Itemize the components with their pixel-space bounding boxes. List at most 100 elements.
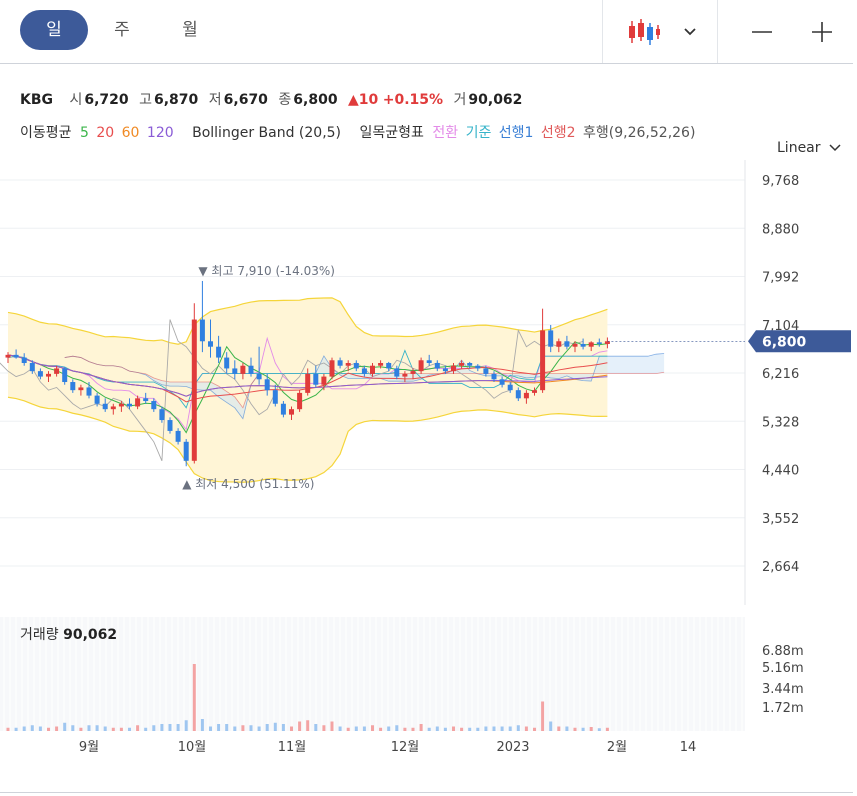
candle-body [329,360,335,377]
price-chart[interactable]: 9,7688,8807,9927,1046,2165,3284,4403,552… [0,160,857,615]
candle-body [46,373,51,377]
volume-bar [281,724,285,731]
candle-body [337,360,343,366]
y-tick-label: 6,216 [762,367,799,382]
volume-bar [79,727,83,731]
candle-body [224,357,230,369]
volume-bar [500,726,504,731]
volume-bar [136,725,140,731]
x-tick-label: 9월 [79,740,99,755]
candle-body [394,368,400,377]
volume-bar [565,726,569,731]
candle-body [386,363,392,369]
ma-label[interactable]: 이동평균 [20,125,72,141]
volume-bar [557,726,561,731]
volume-bar [581,727,585,731]
tab-daily[interactable]: 일 [20,10,88,50]
y-tick-label: 5,328 [762,415,799,430]
volume-bar [273,722,277,731]
minus-icon[interactable] [740,0,784,63]
volume-bar [225,724,229,731]
plus-icon[interactable] [800,0,844,63]
ichimoku-lagging: 후행(9,26,52,26) [583,125,696,141]
volume-bar [452,726,455,731]
candle-body [467,363,473,366]
volume-bar [38,726,42,731]
ma-60: 60 [121,125,140,141]
volume-bar [589,727,593,731]
candle-body [604,341,610,344]
top-toolbar: 일 주 월 [0,0,853,64]
scale-selector[interactable]: Linear [777,140,841,156]
volume-bar [14,727,18,731]
y-tick-label: 9,768 [762,174,799,189]
candle-body [378,363,384,366]
volume-bar [209,726,212,731]
ma-20: 20 [96,125,115,141]
bollinger-label[interactable]: Bollinger Band (20,5) [192,125,341,141]
volume-bar [87,725,91,731]
volume-bar [63,722,67,731]
candle-body [167,420,173,431]
volume-bar [200,719,204,731]
candle-body [199,319,205,342]
volume-bar [549,721,553,731]
volume-bar [468,727,472,731]
volume-bar [516,725,520,731]
volume-bar [298,721,302,731]
volume-bar [330,721,334,731]
y-tick-label: 2,664 [762,560,799,575]
candle-body [353,363,359,369]
volume-bar [192,664,196,731]
candle-body [78,387,84,391]
volume-bar [6,727,10,731]
volume-bar [573,727,577,731]
candle-body [313,373,319,385]
ichimoku-conversion: 전환 [432,125,459,141]
candle-body [418,360,424,372]
candle-body [572,343,578,347]
volume-bar [533,727,536,731]
change-pct: +0.15% [382,92,444,108]
x-tick-label: 2023 [496,740,529,755]
candle-body [272,390,278,404]
candle-body [151,401,157,410]
scale-label: Linear [777,140,821,156]
candle-body [580,343,586,347]
candle-body [208,341,213,347]
volume-bar [119,727,123,731]
tab-monthly[interactable]: 월 [160,10,220,50]
volume-bar [387,726,391,731]
tab-weekly[interactable]: 주 [92,10,152,50]
candle-body [556,341,562,347]
candle-body [70,382,76,391]
chevron-down-icon[interactable] [676,0,704,63]
candle-body [507,384,513,391]
volume-bar [55,726,59,731]
candle-body [564,341,570,347]
candle-body [410,371,416,374]
x-tick-label: 12월 [391,740,420,755]
candle-body [459,363,465,366]
volume-bar [427,727,431,731]
candle-body [29,363,35,372]
volume-bar [128,727,131,731]
volume-bar [605,727,609,731]
volume-bar [379,727,383,731]
quote-line: KBG 시 6,720 고 6,870 저 6,670 종 6,800 ▲10 +0.1… [20,89,528,109]
volume-bar [160,724,164,731]
low-value: 6,670 [223,92,268,108]
volume-chart[interactable]: 거래량 90,062 6.88m 5.16m 3.44m 1.72m 9월 10월 11월 12… [0,615,857,765]
candle-body [523,392,529,399]
ichimoku-label[interactable]: 일목균형표 [359,125,423,141]
volume-bar [411,727,415,731]
volume-bar [30,725,34,731]
candle-body [532,390,537,393]
volume-bar [103,726,107,731]
volume-bar [71,725,75,731]
volume-total: 90,062 [63,627,117,643]
candle-body [426,360,432,364]
candle-body [232,368,238,374]
candlestick-icon[interactable] [614,0,674,63]
candle-body [13,354,19,358]
